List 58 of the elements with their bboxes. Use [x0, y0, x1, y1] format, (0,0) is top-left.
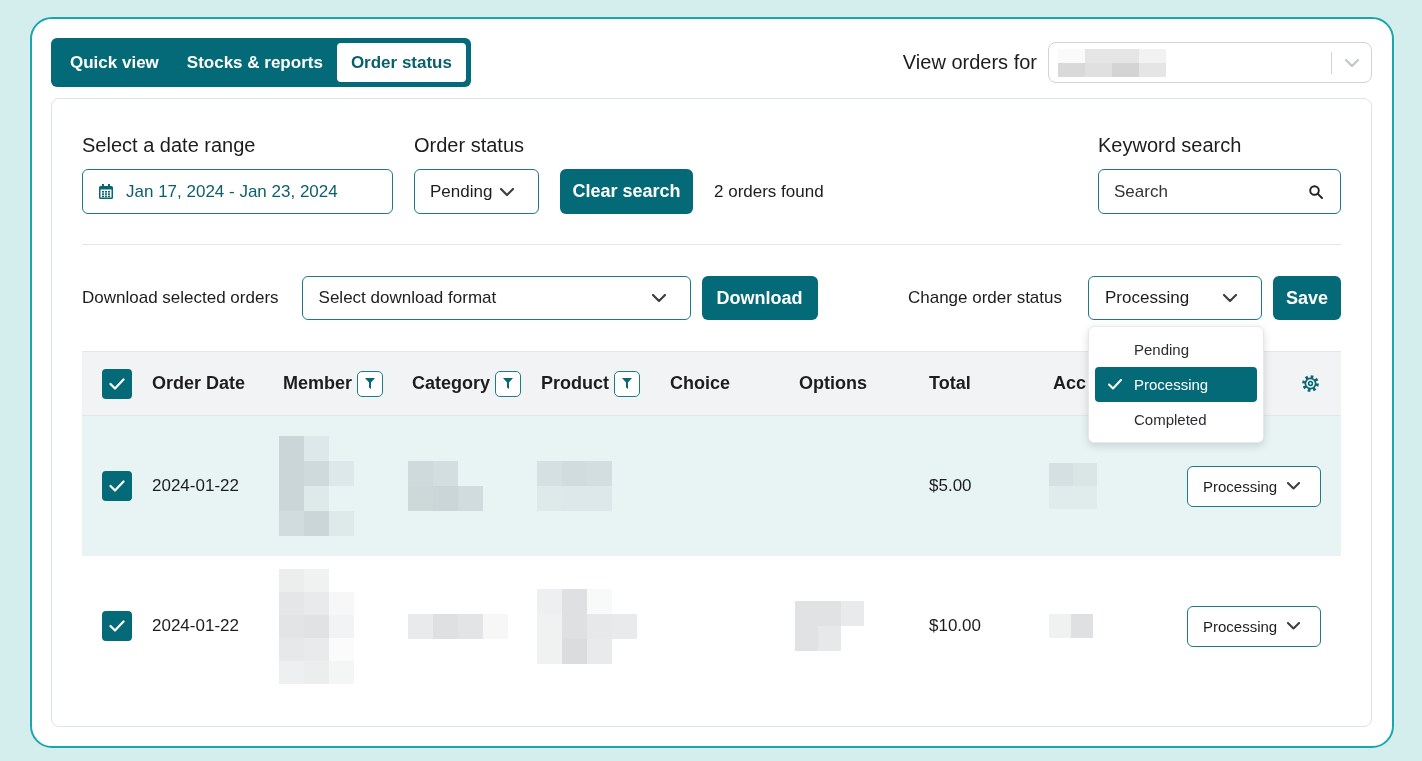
column-header: Product [541, 373, 609, 394]
pixelated-redaction [795, 601, 864, 651]
table-cell: $5.00 [929, 476, 972, 496]
row-checkbox[interactable] [102, 611, 132, 641]
filter-icon [622, 378, 632, 389]
column-header: Choice [670, 373, 730, 394]
column-header: Order Date [152, 373, 246, 394]
status-select[interactable]: Processing [1088, 276, 1262, 320]
search-field[interactable]: Search [1098, 169, 1341, 214]
filter-button[interactable] [357, 370, 384, 397]
chevron-down-icon [1345, 58, 1359, 67]
status-select[interactable]: Pending [414, 169, 539, 214]
settings-icon[interactable] [1301, 374, 1320, 393]
menu-option[interactable]: Pending [1095, 332, 1257, 367]
tab[interactable]: Quick view [56, 43, 173, 82]
check-icon [109, 377, 125, 390]
table-cell: 2024-01-22 [152, 616, 239, 636]
column-header: Options [799, 373, 867, 394]
date-range-field[interactable]: Jan 17, 2024 - Jan 23, 2024 [82, 169, 393, 214]
tab[interactable]: Order status [336, 43, 466, 82]
format-select[interactable]: Select download format [301, 276, 691, 320]
search-icon [1309, 185, 1323, 199]
filter-icon [365, 378, 376, 389]
filter-icon [503, 378, 514, 389]
table-cell: 2024-01-22 [152, 476, 239, 496]
field-label: Select a date range [82, 133, 257, 157]
save-button[interactable]: Save [1273, 276, 1341, 320]
chevron-down-icon [651, 294, 666, 302]
download-label: Download selected orders [82, 288, 279, 308]
field-label: Keyword search [1098, 133, 1243, 157]
clear-search-button[interactable]: Clear search [560, 169, 693, 214]
check-icon [109, 480, 125, 492]
chevron-down-icon [1287, 622, 1301, 630]
calendar-icon [99, 184, 113, 199]
row-checkbox[interactable] [102, 471, 132, 501]
filter-button[interactable] [495, 370, 522, 397]
change-status-label: Change order status [907, 288, 1062, 308]
check-icon [109, 620, 125, 632]
filter-button[interactable] [614, 370, 640, 397]
menu-option[interactable]: Processing [1095, 367, 1257, 402]
view-orders-label: View orders for [902, 51, 1037, 74]
field-label: Order status [414, 133, 526, 157]
status-select[interactable]: Processing [1187, 605, 1321, 647]
pixelated-redaction [1049, 614, 1093, 638]
column-header: Acc [1053, 373, 1087, 394]
status-select[interactable]: Processing [1187, 465, 1321, 507]
result-count: 2 orders found [714, 181, 824, 203]
chevron-down-icon [500, 187, 515, 196]
table-cell: $10.00 [929, 616, 981, 636]
chevron-down-icon [1223, 294, 1237, 302]
select-all-checkbox[interactable] [102, 368, 132, 399]
tab[interactable]: Stocks & reports [172, 43, 337, 82]
download-button[interactable]: Download [701, 276, 818, 320]
column-header: Total [929, 373, 971, 394]
column-header: Member [283, 373, 353, 394]
column-header: Category [412, 373, 491, 394]
check-icon [1108, 379, 1122, 390]
chevron-down-icon [1287, 482, 1301, 490]
